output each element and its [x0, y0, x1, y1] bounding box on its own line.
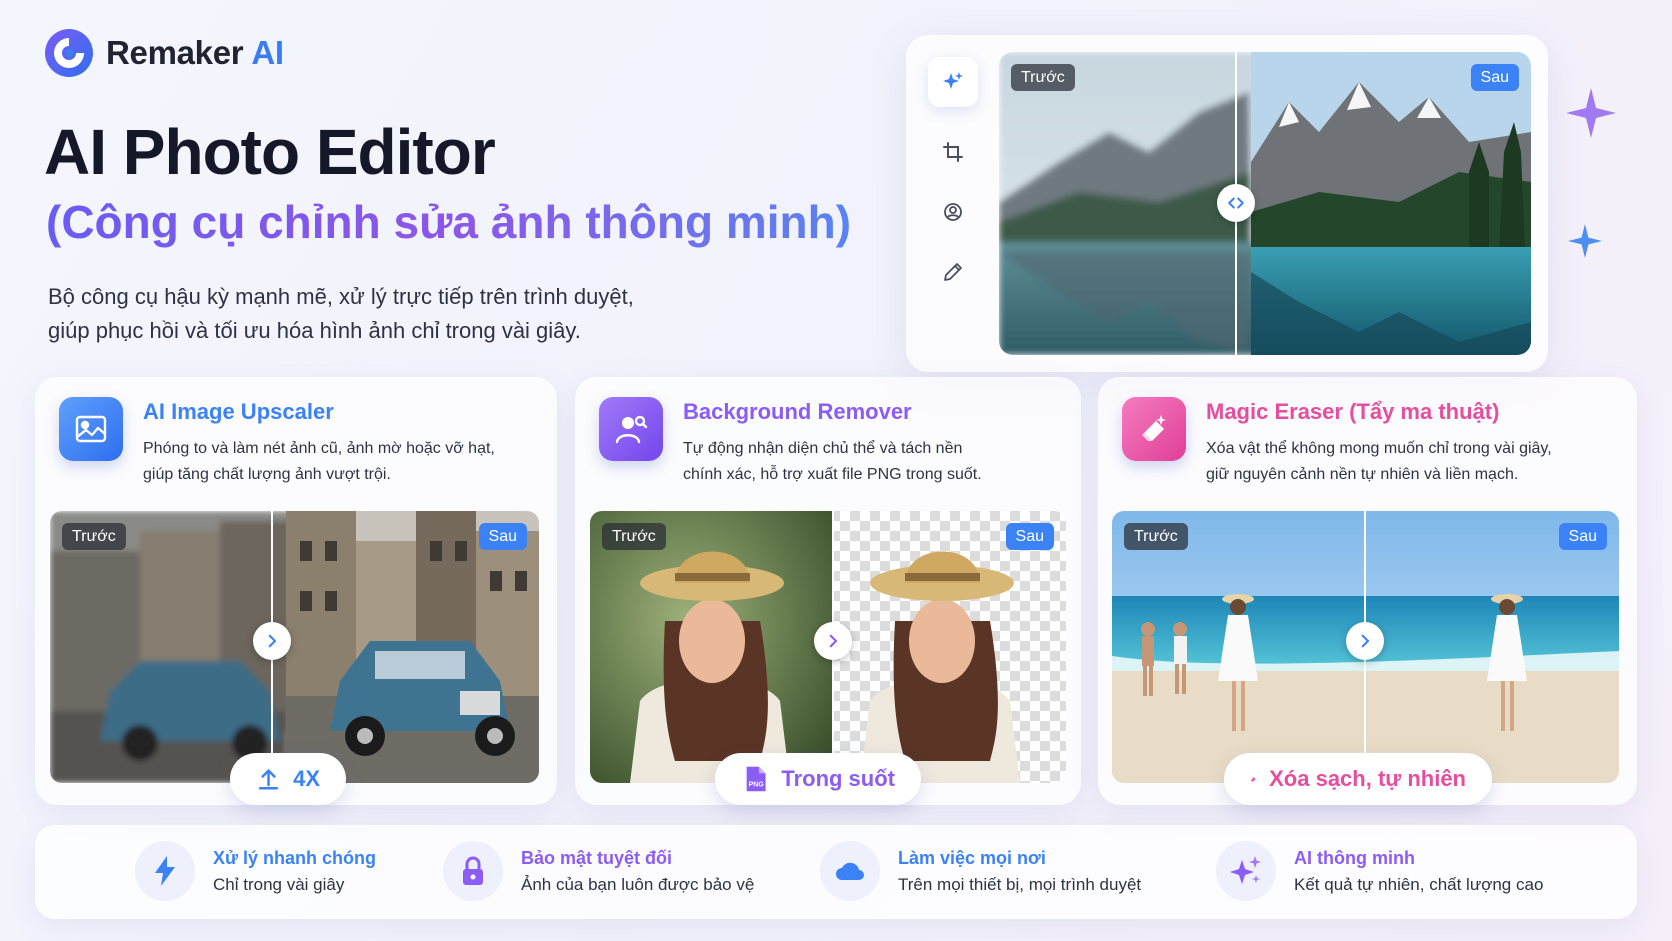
transparent-label: Trong suốt	[781, 766, 895, 791]
bg-remover-title: Background Remover	[683, 399, 912, 424]
chevron-right-icon	[268, 634, 277, 648]
upscaler-description-line-1: Phóng to và làm nét ảnh cũ, ảnh mờ hoặc …	[143, 440, 495, 457]
magic-sparkle-icon	[943, 72, 963, 89]
clean-natural-pill[interactable]: Xóa sạch, tự nhiên	[1224, 753, 1492, 805]
feature-fast-subtitle: Chỉ trong vài giây	[213, 874, 345, 894]
chevron-right-icon	[829, 634, 838, 648]
cloud-icon	[836, 862, 864, 880]
feature-anywhere-subtitle: Trên mọi thiết bị, mọi trình duyệt	[898, 874, 1142, 894]
feature-fast-icon-wrap	[135, 841, 195, 901]
card-image-upscaler[interactable]: AI Image Upscaler Phóng to và làm nét ản…	[35, 377, 557, 805]
eraser-description: Xóa vật thể không mong muốn chỉ trong và…	[1206, 436, 1552, 488]
eraser-icon	[1142, 415, 1166, 441]
bg-remover-slider-handle[interactable]	[814, 622, 852, 660]
brand-logo[interactable]: Remaker AI	[44, 28, 284, 78]
sparkle-icon	[1566, 88, 1616, 138]
chevrons-horizontal-icon	[1228, 197, 1244, 209]
feature-secure-subtitle: Ảnh của bạn luôn được bảo vệ	[521, 874, 755, 894]
before-badge: Trước	[1011, 64, 1075, 91]
upscaler-title: AI Image Upscaler	[143, 399, 334, 424]
bg-remover-card-icon	[599, 397, 663, 461]
clean-natural-label: Xóa sạch, tự nhiên	[1269, 766, 1466, 791]
image-icon	[75, 415, 107, 443]
upscaler-before-after-image[interactable]: Trước Sau	[50, 511, 539, 783]
sparkles-icon	[1230, 856, 1261, 884]
chevron-right-icon	[1361, 634, 1370, 648]
lightning-icon	[155, 856, 175, 886]
before-badge: Trước	[62, 523, 126, 550]
eraser-title: Magic Eraser (Tẩy ma thuật)	[1206, 399, 1500, 424]
bg-remover-description-line-1: Tự động nhận diện chủ thể và tách nền	[683, 440, 963, 457]
card-background-remover[interactable]: Background Remover Tự động nhận diện chủ…	[575, 377, 1081, 805]
bg-remover-description: Tự động nhận diện chủ thể và tách nền ch…	[683, 436, 982, 488]
vintage-car-street-image	[50, 511, 539, 783]
upscaler-description: Phóng to và làm nét ảnh cũ, ảnh mờ hoặc …	[143, 436, 495, 488]
feature-anywhere-icon-wrap	[820, 841, 880, 901]
bg-remover-before-after-image[interactable]: Trước Sau	[590, 511, 1066, 783]
crop-tool[interactable]	[928, 127, 978, 177]
png-file-icon: PNG	[746, 766, 766, 792]
upload-arrow-icon	[258, 769, 279, 790]
after-badge: Sau	[478, 523, 527, 550]
feature-anywhere-title: Làm việc mọi nơi	[898, 847, 1046, 868]
face-retouch-tool[interactable]	[928, 187, 978, 237]
feature-secure: Bảo mật tuyệt đối Ảnh của bạn luôn được …	[443, 841, 754, 901]
eraser-card-icon	[1122, 397, 1186, 461]
crop-icon	[943, 142, 963, 162]
upscaler-description-line-2: giúp tăng chất lượng ảnh vượt trội.	[143, 466, 391, 483]
hero-description-line-1: Bộ công cụ hậu kỳ mạnh mẽ, xử lý trực ti…	[48, 284, 634, 309]
feature-ai-icon-wrap	[1216, 841, 1276, 901]
before-badge: Trước	[602, 523, 666, 550]
lake-before-after-image[interactable]: Trước Sau	[999, 52, 1531, 355]
person-remove-icon	[615, 415, 648, 444]
sparkle-small-icon	[1568, 224, 1602, 258]
svg-text:PNG: PNG	[748, 781, 764, 789]
after-badge: Sau	[1558, 523, 1607, 550]
upscale-4x-label: 4X	[293, 766, 320, 791]
page-title: AI Photo Editor	[44, 116, 496, 188]
transparent-png-pill[interactable]: PNG Trong suốt	[715, 753, 921, 805]
hero-description: Bộ công cụ hậu kỳ mạnh mẽ, xử lý trực ti…	[48, 280, 748, 348]
eraser-description-line-2: giữ nguyên cảnh nền tự nhiên và liền mạc…	[1206, 466, 1519, 483]
pencil-icon	[944, 263, 962, 281]
after-badge: Sau	[1005, 523, 1054, 550]
upscaler-slider-handle[interactable]	[253, 622, 291, 660]
compare-slider-handle[interactable]	[1217, 184, 1255, 222]
eraser-description-line-1: Xóa vật thể không mong muốn chỉ trong và…	[1206, 440, 1552, 457]
lake-landscape-image	[999, 52, 1531, 355]
after-badge: Sau	[1470, 64, 1519, 91]
eraser-slider-handle[interactable]	[1346, 622, 1384, 660]
feature-ai-subtitle: Kết quả tự nhiên, chất lượng cao	[1294, 874, 1544, 894]
hero-description-line-2: giúp phục hồi và tối ưu hóa hình ảnh chỉ…	[48, 318, 581, 343]
before-badge: Trước	[1124, 523, 1188, 550]
eraser-before-after-image[interactable]: Trước Sau	[1112, 511, 1619, 783]
upscale-4x-pill[interactable]: 4X	[230, 753, 346, 805]
feature-ai-title: AI thông minh	[1294, 847, 1415, 868]
lock-icon	[463, 856, 483, 885]
pencil-tool[interactable]	[928, 247, 978, 297]
feature-fast-title: Xử lý nhanh chóng	[213, 847, 377, 868]
feature-fast: Xử lý nhanh chóng Chỉ trong vài giây	[135, 841, 376, 901]
brand-name: Remaker AI	[106, 34, 284, 71]
feature-anywhere: Làm việc mọi nơi Trên mọi thiết bị, mọi …	[820, 841, 1141, 901]
editor-preview: Trước Sau	[906, 35, 1548, 372]
upscaler-card-icon	[59, 397, 123, 461]
remaker-logo-icon	[45, 29, 93, 77]
page-subtitle: (Công cụ chỉnh sửa ảnh thông minh)	[46, 190, 851, 254]
magic-sparkle-tool[interactable]	[928, 57, 978, 107]
face-retouch-icon	[944, 203, 962, 221]
feature-secure-icon-wrap	[443, 841, 503, 901]
card-magic-eraser[interactable]: Magic Eraser (Tẩy ma thuật) Xóa vật thể …	[1098, 377, 1637, 805]
feature-ai: AI thông minh Kết quả tự nhiên, chất lượ…	[1216, 841, 1543, 901]
eraser-icon	[1250, 777, 1256, 782]
bg-remover-description-line-2: chính xác, hỗ trợ xuất file PNG trong su…	[683, 466, 982, 483]
feature-secure-title: Bảo mật tuyệt đối	[521, 847, 673, 868]
features-bar: Xử lý nhanh chóng Chỉ trong vài giây Bảo…	[35, 825, 1637, 919]
